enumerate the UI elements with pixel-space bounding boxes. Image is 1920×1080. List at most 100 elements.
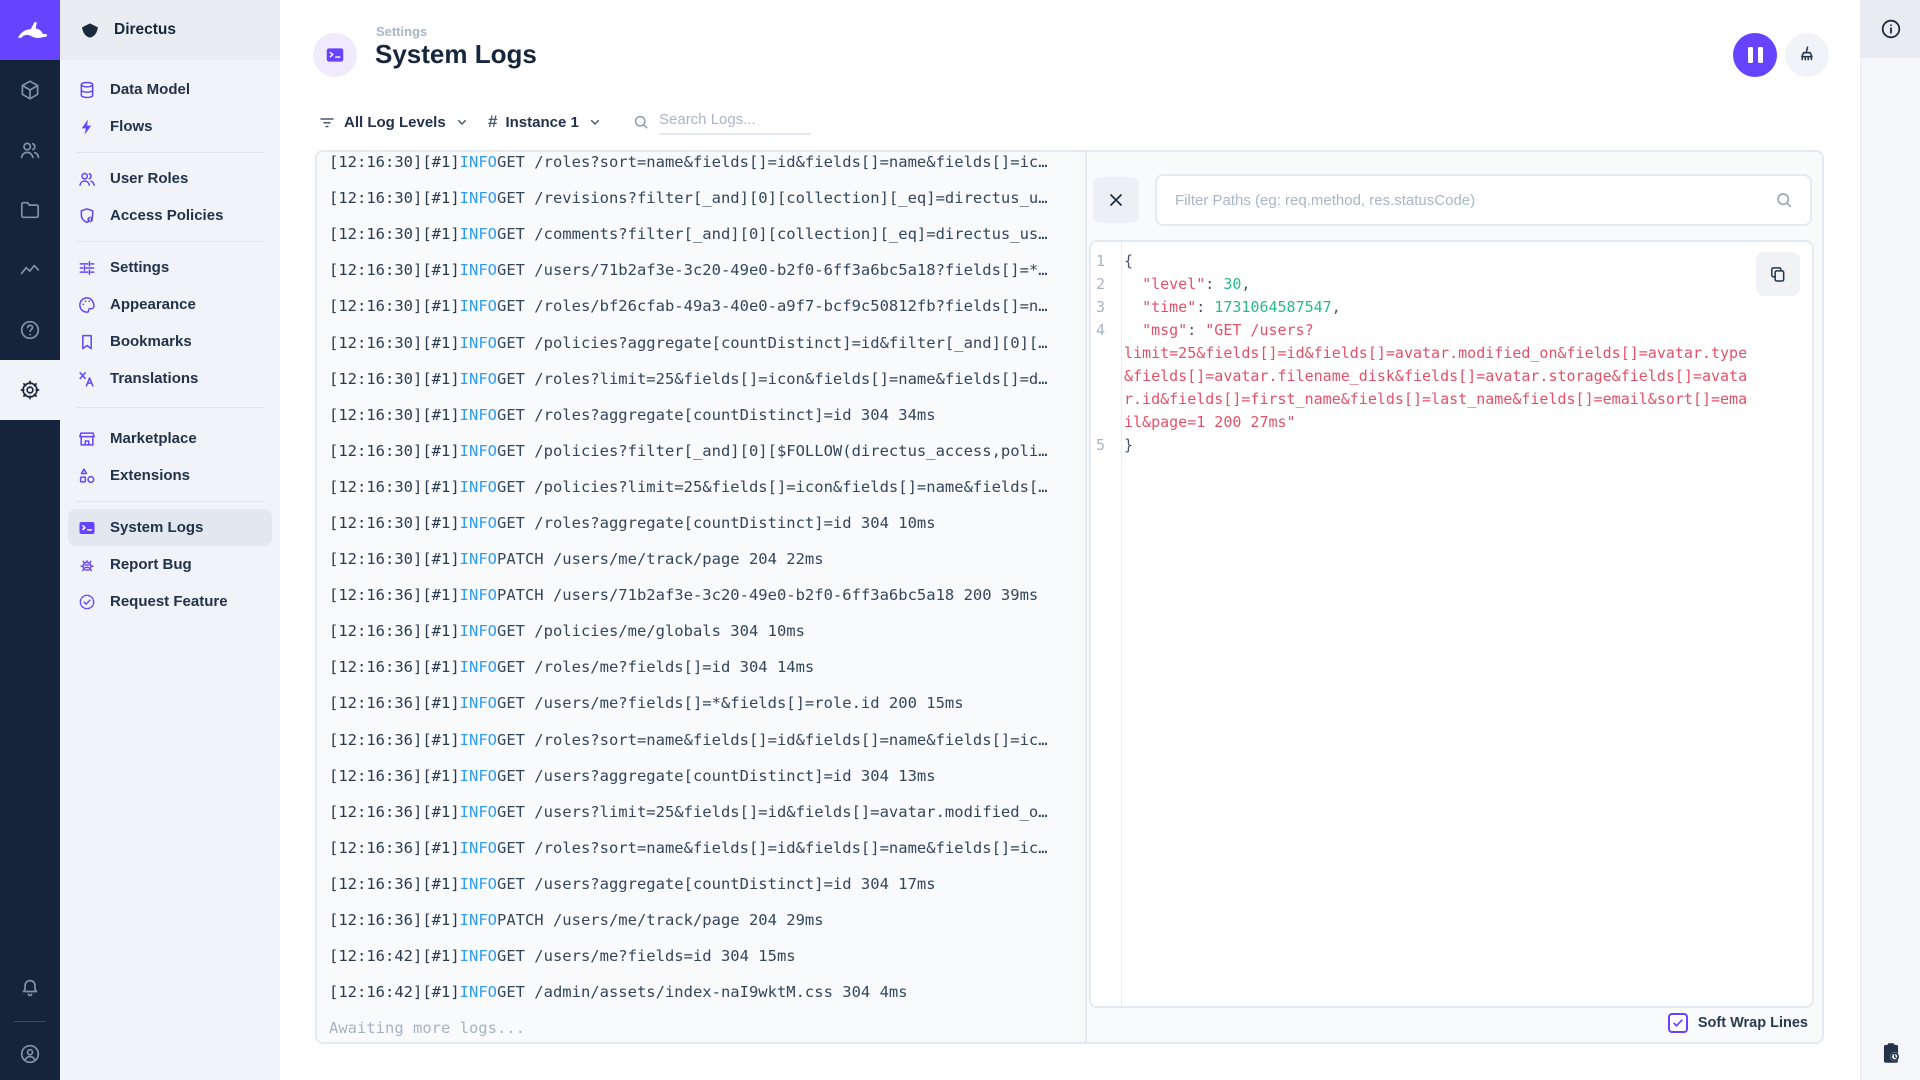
users-icon	[20, 142, 40, 159]
log-row[interactable]: [12:16:30] [#1] INFO GET /revisions?filt…	[329, 180, 1085, 216]
page-icon-badge	[313, 33, 357, 77]
chevron-down-icon	[457, 119, 466, 125]
activity-icon	[20, 264, 40, 275]
log-level-filter[interactable]: All Log Levels	[318, 107, 470, 137]
module-insights[interactable]	[0, 240, 60, 300]
database-icon	[80, 81, 94, 98]
log-row[interactable]: [12:16:30] [#1] INFO GET /roles?limit=25…	[329, 361, 1085, 397]
sidebar-item-label: Request Feature	[110, 593, 228, 610]
sidebar-item-flows[interactable]: Flows	[68, 108, 272, 145]
log-row[interactable]: [12:16:36] [#1] INFO GET /users?aggregat…	[329, 758, 1085, 794]
module-bar	[0, 0, 60, 1080]
copy-icon	[1771, 267, 1785, 282]
search-logs	[632, 107, 811, 137]
log-row[interactable]: [12:16:30] [#1] INFO GET /policies?limit…	[329, 469, 1085, 505]
log-detail-code: 1 {2 "level": 30, 3 "time": 1731064587547,…	[1089, 240, 1814, 1008]
sidebar-item-label: Extensions	[110, 467, 191, 484]
sidebar-item-label: Marketplace	[110, 430, 197, 447]
directus-system-logs-page: Directus Data Model Flows User Roles Acc…	[0, 0, 1920, 1080]
activity-log-button[interactable]	[1861, 1040, 1920, 1066]
help-icon	[20, 320, 40, 340]
breadcrumb[interactable]: Settings	[376, 24, 427, 39]
sidebar-item-data-model[interactable]: Data Model	[68, 71, 272, 108]
project-switcher[interactable]: Directus	[60, 0, 280, 60]
directus-logo[interactable]	[0, 0, 60, 60]
log-row[interactable]: [12:16:36] [#1] INFO GET /users?aggregat…	[329, 866, 1085, 902]
filter-paths-box	[1155, 174, 1812, 226]
palette-icon	[79, 296, 95, 313]
extensions-icon	[79, 467, 95, 483]
log-row[interactable]: [12:16:30] [#1] INFO GET /roles?aggregat…	[329, 505, 1085, 541]
sidebar-item-system-logs[interactable]: System Logs	[68, 509, 272, 546]
user-avatar-button[interactable]	[0, 1024, 60, 1080]
module-users[interactable]	[0, 120, 60, 180]
pause-icon	[1757, 47, 1763, 63]
sidebar-item-appearance[interactable]: Appearance	[68, 286, 272, 323]
log-row[interactable]: [12:16:30] [#1] INFO GET /users/71b2af3e…	[329, 252, 1085, 288]
filter-paths-input[interactable]	[1157, 191, 1774, 209]
module-files[interactable]	[0, 180, 60, 240]
project-name: Directus	[114, 21, 177, 38]
sidebar-item-access-policies[interactable]: Access Policies	[68, 197, 272, 234]
sidebar-item-label: Flows	[110, 118, 153, 135]
project-cloud-icon	[82, 23, 98, 38]
sidebar-item-label: Access Policies	[110, 207, 224, 224]
tune-icon	[79, 260, 95, 275]
clear-logs-button[interactable]	[1785, 33, 1829, 77]
line-number: 4	[1095, 321, 1105, 339]
log-row[interactable]: [12:16:36] [#1] INFO GET /roles/me?field…	[329, 649, 1085, 685]
soft-wrap-checkbox[interactable]	[1667, 1013, 1688, 1033]
log-row[interactable]: [12:16:30] [#1] INFO GET /comments?filte…	[329, 216, 1085, 252]
copy-button[interactable]	[1756, 252, 1800, 296]
log-row[interactable]: [12:16:36] [#1] INFO PATCH /users/71b2af…	[329, 577, 1085, 613]
log-row[interactable]: [12:16:30] [#1] INFO GET /policies?filte…	[329, 433, 1085, 469]
log-row[interactable]: [12:16:42] [#1] INFO GET /admin/assets/i…	[329, 974, 1085, 1010]
sidebar-item-request-feature[interactable]: Request Feature	[68, 583, 272, 620]
pause-logs-button[interactable]	[1733, 33, 1777, 77]
check-icon	[1673, 1019, 1683, 1027]
folder-icon	[20, 201, 40, 219]
line-number: 3	[1095, 298, 1105, 316]
log-row[interactable]: [12:16:30] [#1] INFO GET /policies?aggre…	[329, 324, 1085, 360]
sidebar-item-user-roles[interactable]: User Roles	[68, 160, 272, 197]
sidebar-item-label: User Roles	[110, 170, 189, 187]
sidebar-item-settings[interactable]: Settings	[68, 249, 272, 286]
sidebar-item-report-bug[interactable]: Report Bug	[68, 546, 272, 583]
soft-wrap-label: Soft Wrap Lines	[1697, 1015, 1808, 1031]
log-row[interactable]: [12:16:36] [#1] INFO GET /users/me?field…	[329, 685, 1085, 721]
log-row[interactable]: [12:16:36] [#1] INFO GET /roles?sort=nam…	[329, 830, 1085, 866]
sidebar-item-label: Bookmarks	[110, 333, 192, 350]
log-row[interactable]: [12:16:42] [#1] INFO GET /users/me?field…	[329, 938, 1085, 974]
settings-gear-icon	[20, 380, 40, 400]
log-row[interactable]: [12:16:30] [#1] INFO PATCH /users/me/tra…	[329, 541, 1085, 577]
notifications-button[interactable]	[0, 958, 60, 1018]
instance-filter-label: Instance 1	[505, 113, 579, 131]
sidebar-item-extensions[interactable]: Extensions	[68, 457, 272, 494]
box-icon	[21, 80, 39, 100]
sidebar-item-label: Appearance	[110, 296, 196, 313]
module-help[interactable]	[0, 300, 60, 360]
log-row[interactable]: [12:16:36] [#1] INFO PATCH /users/me/tra…	[329, 902, 1085, 938]
log-row[interactable]: [12:16:30] [#1] INFO GET /roles?aggregat…	[329, 397, 1085, 433]
page-title: System Logs	[375, 39, 537, 69]
sidebar-item-label: Translations	[110, 370, 199, 387]
sidebar-item-bookmarks[interactable]: Bookmarks	[68, 323, 272, 360]
awaiting-logs-text: Awaiting more logs...	[329, 1019, 525, 1038]
bell-icon	[22, 979, 38, 997]
log-row[interactable]: [12:16:30] [#1] INFO GET /roles/bf26cfab…	[329, 288, 1085, 324]
log-row[interactable]: [12:16:36] [#1] INFO GET /users?limit=25…	[329, 794, 1085, 830]
module-content[interactable]	[0, 60, 60, 120]
sidebar-item-translations[interactable]: Translations	[68, 360, 272, 397]
sidebar-item-label: Report Bug	[110, 556, 192, 573]
instance-filter[interactable]: # Instance 1	[488, 107, 603, 137]
info-sidebar-button[interactable]	[1861, 0, 1920, 58]
nav-items: Data Model Flows User Roles Access Polic…	[60, 60, 280, 620]
log-row[interactable]: [12:16:36] [#1] INFO GET /roles?sort=nam…	[329, 722, 1085, 758]
module-settings[interactable]	[0, 360, 60, 420]
search-logs-input[interactable]	[659, 109, 811, 135]
info-icon	[1881, 19, 1900, 39]
log-row[interactable]: [12:16:30] [#1] INFO GET /roles?sort=nam…	[329, 152, 1085, 180]
sidebar-item-marketplace[interactable]: Marketplace	[68, 420, 272, 457]
close-detail-button[interactable]	[1093, 177, 1139, 223]
log-row[interactable]: [12:16:36] [#1] INFO GET /policies/me/gl…	[329, 613, 1085, 649]
